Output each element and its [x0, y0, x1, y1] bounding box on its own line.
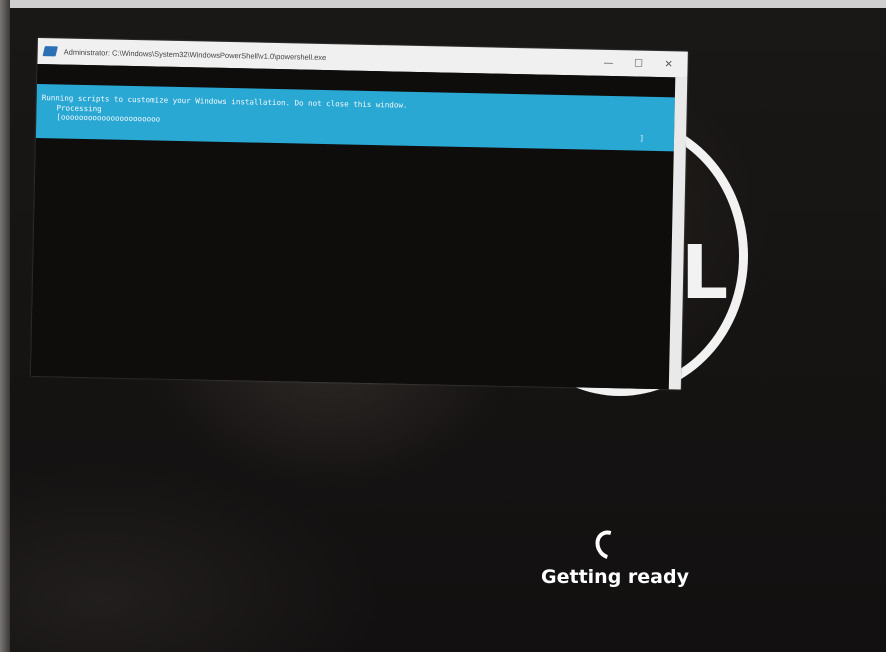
window-controls: — ☐ ✕ [593, 50, 684, 78]
monitor-bezel-left [0, 0, 10, 652]
powershell-icon [42, 46, 58, 57]
loading-spinner-icon [590, 525, 628, 565]
progress-banner: Running scripts to customize your Window… [35, 83, 675, 152]
monitor-bezel-top [0, 0, 886, 8]
minimize-button[interactable]: — [593, 57, 623, 69]
powershell-window[interactable]: Administrator: C:\Windows\System32\Windo… [30, 38, 688, 390]
logo-letter: L [681, 230, 729, 316]
console-area[interactable]: Running scripts to customize your Window… [30, 63, 676, 390]
window-title: Administrator: C:\Windows\System32\Windo… [63, 47, 327, 62]
desktop-background: L Administrator: C:\Windows\System32\Win… [0, 0, 886, 652]
setup-status-text: Getting ready [541, 566, 689, 588]
progress-bar-end: ] [639, 133, 645, 143]
maximize-button[interactable]: ☐ [623, 58, 653, 70]
close-button[interactable]: ✕ [653, 58, 683, 70]
